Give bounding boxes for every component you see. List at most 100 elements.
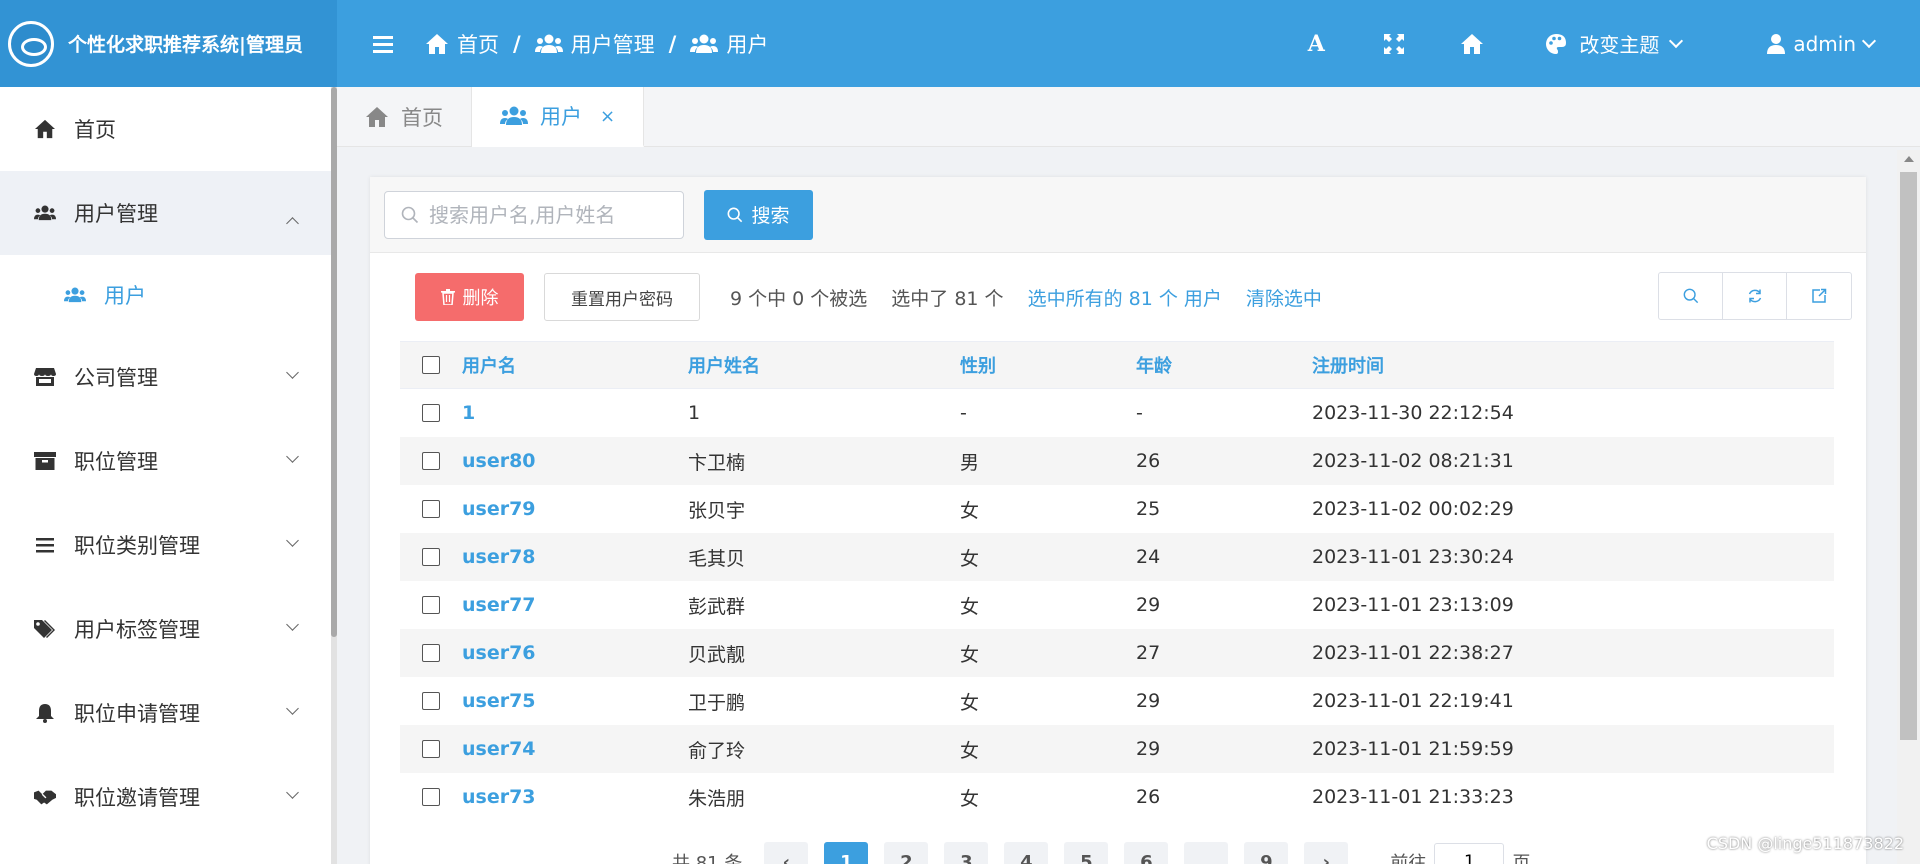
breadcrumb-label: 用户管理 (570, 32, 655, 57)
font-size-icon[interactable]: A (1277, 31, 1355, 57)
search-button[interactable]: 搜索 (704, 189, 813, 240)
row-checkbox[interactable] (422, 548, 440, 566)
watermark: CSDN @linge511873822 (1706, 834, 1904, 853)
table-row: user80 卞卫楠 男 26 2023-11-02 08:21:31 (400, 437, 1834, 485)
user-gender: 女 (960, 499, 980, 522)
refresh-button[interactable] (1723, 273, 1787, 319)
page-button-1[interactable]: 1 (824, 842, 869, 864)
table-row: user73 朱浩朋 女 26 2023-11-01 21:33:23 (400, 773, 1834, 821)
row-checkbox[interactable] (422, 644, 440, 662)
action-bar: 删除 重置用户密码 9 个中 0 个被选 选中了 81 个 选中所有的 81 个… (370, 253, 1866, 341)
tab-home[interactable]: 首页 (337, 87, 472, 147)
column-header-age[interactable]: 年龄 (1136, 352, 1312, 378)
sidebar-item-application-management[interactable]: 职位申请管理 (0, 671, 337, 755)
home-icon[interactable] (1433, 33, 1511, 55)
breadcrumb-home[interactable]: 首页 (425, 29, 499, 59)
sidebar-item-home[interactable]: 首页 (0, 87, 337, 171)
user-register-time: 2023-11-02 08:21:31 (1312, 450, 1514, 472)
fullscreen-icon[interactable] (1355, 33, 1433, 55)
sidebar-item-label: 职位邀请管理 (74, 786, 200, 810)
username-link[interactable]: user79 (462, 498, 688, 520)
user-register-time: 2023-11-30 22:12:54 (1312, 402, 1514, 424)
page-ellipsis[interactable]: ... (1184, 842, 1229, 864)
tab-users[interactable]: 用户 × (472, 87, 645, 147)
clear-selection-link[interactable]: 清除选中 (1246, 284, 1322, 311)
breadcrumb-label: 首页 (457, 32, 499, 57)
breadcrumb-user-management[interactable]: 用户管理 (534, 29, 655, 59)
row-checkbox[interactable] (422, 596, 440, 614)
sidebar-item-position-management[interactable]: 职位管理 (0, 419, 337, 503)
tab-bar: 首页 用户 × (337, 87, 1920, 147)
sidebar-item-label: 职位申请管理 (74, 702, 200, 726)
chevron-down-icon (1861, 33, 1877, 49)
theme-switcher[interactable]: 改变主题 (1545, 29, 1684, 58)
prev-page-button[interactable]: ‹ (764, 842, 809, 864)
user-age: 29 (1136, 594, 1161, 616)
sidebar-item-invitation-management[interactable]: 职位邀请管理 (0, 755, 337, 839)
users-table: 用户名 用户姓名 性别 年龄 注册时间 1 1 - - 2023-11-30 2… (400, 341, 1834, 821)
search-field[interactable] (384, 190, 684, 239)
delete-button[interactable]: 删除 (415, 273, 524, 321)
sidebar-item-label: 首页 (74, 118, 116, 142)
username-link[interactable]: user74 (462, 738, 688, 760)
page-button-2[interactable]: 2 (884, 842, 929, 864)
username-link[interactable]: user80 (462, 450, 688, 472)
main-scrollbar-thumb[interactable] (1900, 172, 1917, 740)
table-row: user75 卫于鹏 女 29 2023-11-01 22:19:41 (400, 677, 1834, 725)
close-icon[interactable]: × (600, 106, 615, 127)
page-button-4[interactable]: 4 (1004, 842, 1049, 864)
sidebar-item-users[interactable]: 用户 (0, 255, 337, 335)
table-row: user74 俞了玲 女 29 2023-11-01 21:59:59 (400, 725, 1834, 773)
select-all-link[interactable]: 选中所有的 81 个 用户 (1028, 284, 1222, 311)
search-button-label: 搜索 (751, 205, 790, 227)
breadcrumb-label: 用户 (726, 32, 769, 57)
sidebar-item-label: 用户标签管理 (74, 618, 200, 642)
page-button-9[interactable]: 9 (1244, 842, 1289, 864)
user-register-time: 2023-11-02 00:02:29 (1312, 498, 1514, 520)
sidebar-item-user-management[interactable]: 用户管理 (0, 171, 337, 255)
search-input[interactable] (429, 202, 669, 227)
username-link[interactable]: 1 (462, 402, 688, 424)
next-page-button[interactable]: › (1304, 842, 1349, 864)
row-checkbox[interactable] (422, 692, 440, 710)
page-button-6[interactable]: 6 (1124, 842, 1169, 864)
user-age: 26 (1136, 786, 1161, 808)
user-menu[interactable]: admin (1767, 32, 1877, 56)
select-all-checkbox[interactable] (422, 356, 440, 374)
page-button-5[interactable]: 5 (1064, 842, 1109, 864)
page-button-3[interactable]: 3 (944, 842, 989, 864)
sidebar-scrollbar-thumb[interactable] (331, 87, 337, 637)
chevron-down-icon (286, 618, 299, 631)
row-checkbox[interactable] (422, 788, 440, 806)
main-scrollbar[interactable] (1897, 150, 1920, 864)
row-checkbox[interactable] (422, 404, 440, 422)
row-checkbox[interactable] (422, 452, 440, 470)
sidebar-item-company-management[interactable]: 公司管理 (0, 335, 337, 419)
column-header-name[interactable]: 用户姓名 (688, 352, 960, 378)
column-header-username[interactable]: 用户名 (462, 352, 688, 378)
column-header-register-time[interactable]: 注册时间 (1312, 352, 1612, 378)
username-link[interactable]: user73 (462, 786, 688, 808)
user-age: 27 (1136, 642, 1161, 664)
row-checkbox[interactable] (422, 500, 440, 518)
sidebar-item-position-category-management[interactable]: 职位类别管理 (0, 503, 337, 587)
username-link[interactable]: user78 (462, 546, 688, 568)
sidebar-item-user-tag-management[interactable]: 用户标签管理 (0, 587, 337, 671)
scroll-up-arrow-icon[interactable] (1904, 156, 1914, 162)
username-link[interactable]: user75 (462, 690, 688, 712)
pagination-total: 共 81 条 (672, 853, 743, 864)
username-link[interactable]: user76 (462, 642, 688, 664)
column-header-gender[interactable]: 性别 (960, 352, 1136, 378)
reset-password-button[interactable]: 重置用户密码 (544, 273, 700, 321)
search-toggle-button[interactable] (1659, 273, 1723, 319)
export-button[interactable] (1787, 273, 1851, 319)
sidebar-item-label: 职位管理 (74, 450, 158, 474)
goto-page-input[interactable] (1434, 843, 1505, 864)
table-row: user77 彭武群 女 29 2023-11-01 23:13:09 (400, 581, 1834, 629)
row-checkbox[interactable] (422, 740, 440, 758)
sidebar-scrollbar[interactable] (331, 87, 337, 864)
username-link[interactable]: user77 (462, 594, 688, 616)
selection-info: 9 个中 0 个被选 (730, 287, 868, 310)
home-icon (426, 33, 448, 54)
menu-toggle-icon[interactable] (373, 35, 393, 53)
